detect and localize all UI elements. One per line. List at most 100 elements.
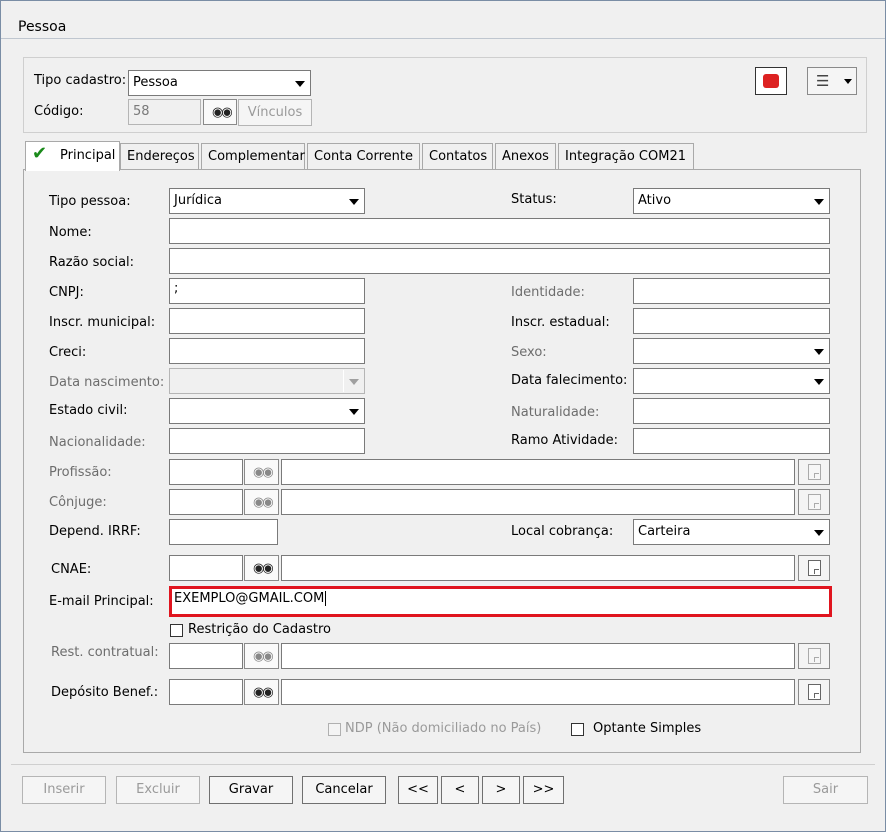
tipo-pessoa-label: Tipo pessoa: xyxy=(49,194,131,209)
cnpj-field[interactable]: ; xyxy=(169,278,365,304)
cnae-desc-field[interactable] xyxy=(281,555,795,581)
rest-contratual-label: Rest. contratual: xyxy=(51,645,159,660)
inscr-municipal-label: Inscr. municipal: xyxy=(49,315,156,330)
inscr-estadual-field[interactable] xyxy=(633,308,830,334)
conjuge-label: Cônjuge: xyxy=(49,495,107,510)
cnae-code-field[interactable] xyxy=(169,555,243,581)
naturalidade-field[interactable] xyxy=(633,398,830,424)
tipo-pessoa-select[interactable]: Jurídica xyxy=(169,188,365,214)
vinculos-button[interactable]: Vínculos xyxy=(238,99,312,126)
deposito-benef-desc-field[interactable] xyxy=(281,679,795,705)
naturalidade-label: Naturalidade: xyxy=(511,405,600,420)
optante-simples-checkbox[interactable] xyxy=(571,723,584,736)
binoculars-icon: ◉◉ xyxy=(253,465,274,480)
document-icon xyxy=(808,464,821,480)
razao-social-field[interactable] xyxy=(169,248,830,274)
data-falecimento-field[interactable] xyxy=(633,368,830,394)
identidade-field[interactable] xyxy=(633,278,830,304)
binoculars-icon: ◉◉ xyxy=(253,685,274,700)
inscr-municipal-field[interactable] xyxy=(169,308,365,334)
tab-enderecos[interactable]: Endereços xyxy=(120,143,199,169)
profissao-code-field[interactable] xyxy=(169,459,243,485)
creci-field[interactable] xyxy=(169,338,365,364)
chevron-down-icon[interactable] xyxy=(808,521,828,543)
phone-button[interactable] xyxy=(755,67,787,95)
search-conjuge-button[interactable]: ◉◉ xyxy=(244,489,279,515)
restricao-checkbox[interactable] xyxy=(170,624,183,637)
nome-field[interactable] xyxy=(169,218,830,244)
codigo-field[interactable]: 58 xyxy=(128,99,201,125)
status-select[interactable]: Ativo xyxy=(633,188,830,214)
first-record-button[interactable]: << xyxy=(398,776,438,804)
depend-irrf-field[interactable] xyxy=(169,519,278,545)
document-icon xyxy=(808,560,821,576)
tab-conta-corrente[interactable]: Conta Corrente xyxy=(307,143,420,169)
deposito-benef-label: Depósito Benef.: xyxy=(51,685,159,700)
phone-icon xyxy=(763,74,779,88)
chevron-down-icon[interactable] xyxy=(808,370,828,392)
search-deposito-benef-button[interactable]: ◉◉ xyxy=(244,679,279,705)
binoculars-icon: ◉◉ xyxy=(212,105,233,120)
tab-principal[interactable]: ✔ Principal xyxy=(25,141,120,171)
ndp-label: NDP (Não domiciliado no País) xyxy=(345,721,542,736)
title-bar: Pessoa xyxy=(1,1,885,39)
gravar-button[interactable]: Gravar xyxy=(209,776,293,804)
status-label: Status: xyxy=(511,192,557,207)
inserir-button[interactable]: Inserir xyxy=(22,776,106,804)
chevron-down-icon[interactable] xyxy=(343,370,363,392)
tab-integracao-com21[interactable]: Integração COM21 xyxy=(558,143,694,169)
tab-label: Complementar xyxy=(208,149,305,164)
excluir-button[interactable]: Excluir xyxy=(116,776,200,804)
sexo-select[interactable] xyxy=(633,338,830,364)
rest-contratual-desc-field[interactable] xyxy=(281,643,795,669)
search-cnae-button[interactable]: ◉◉ xyxy=(244,555,279,581)
deposito-benef-doc-button[interactable] xyxy=(798,679,830,705)
deposito-benef-code-field[interactable] xyxy=(169,679,243,705)
depend-irrf-label: Depend. IRRF: xyxy=(49,524,141,539)
tipo-cadastro-select[interactable]: Pessoa xyxy=(128,70,311,96)
search-codigo-button[interactable]: ◉◉ xyxy=(203,99,237,125)
local-cobranca-select[interactable]: Carteira xyxy=(633,519,830,545)
rest-contratual-doc-button[interactable] xyxy=(798,643,830,669)
email-principal-field[interactable]: EXEMPLO@GMAIL.COM xyxy=(169,586,832,617)
profissao-desc-field[interactable] xyxy=(281,459,795,485)
prev-record-button[interactable]: < xyxy=(441,776,479,804)
data-nascimento-field[interactable] xyxy=(169,368,365,394)
cnae-doc-button[interactable] xyxy=(798,555,830,581)
profissao-doc-button[interactable] xyxy=(798,459,830,485)
conjuge-desc-field[interactable] xyxy=(281,489,795,515)
chevron-down-icon[interactable] xyxy=(808,190,828,212)
tab-anexos[interactable]: Anexos xyxy=(495,143,556,169)
conjuge-code-field[interactable] xyxy=(169,489,243,515)
data-nascimento-label: Data nascimento: xyxy=(49,375,165,390)
ndp-checkbox[interactable] xyxy=(328,723,341,736)
tab-label: Endereços xyxy=(127,149,195,164)
tipo-pessoa-value: Jurídica xyxy=(174,193,223,208)
layers-menu-button[interactable]: ☰ xyxy=(807,67,857,95)
optante-simples-label: Optante Simples xyxy=(593,721,702,736)
search-rest-contratual-button[interactable]: ◉◉ xyxy=(244,643,279,669)
tab-label: Anexos xyxy=(502,149,549,164)
search-profissao-button[interactable]: ◉◉ xyxy=(244,459,279,485)
nacionalidade-field[interactable] xyxy=(169,428,365,454)
tab-label: Principal xyxy=(60,148,116,163)
next-record-button[interactable]: > xyxy=(482,776,520,804)
rest-contratual-code-field[interactable] xyxy=(169,643,243,669)
conjuge-doc-button[interactable] xyxy=(798,489,830,515)
chevron-down-icon[interactable] xyxy=(808,340,828,362)
chevron-down-icon[interactable] xyxy=(343,400,363,422)
cancelar-button[interactable]: Cancelar xyxy=(302,776,386,804)
chevron-down-icon[interactable] xyxy=(343,190,363,212)
tab-complementar[interactable]: Complementar xyxy=(201,143,305,169)
cnpj-label: CNPJ: xyxy=(49,285,84,300)
sair-button[interactable]: Sair xyxy=(783,776,868,804)
tab-contatos[interactable]: Contatos xyxy=(422,143,493,169)
chevron-down-icon[interactable] xyxy=(289,72,309,94)
document-icon xyxy=(808,494,821,510)
sexo-label: Sexo: xyxy=(511,345,547,360)
binoculars-icon: ◉◉ xyxy=(253,649,274,664)
ramo-atividade-field[interactable] xyxy=(633,428,830,454)
last-record-button[interactable]: >> xyxy=(523,776,564,804)
estado-civil-select[interactable] xyxy=(169,398,365,424)
tipo-cadastro-label: Tipo cadastro: xyxy=(34,73,127,88)
